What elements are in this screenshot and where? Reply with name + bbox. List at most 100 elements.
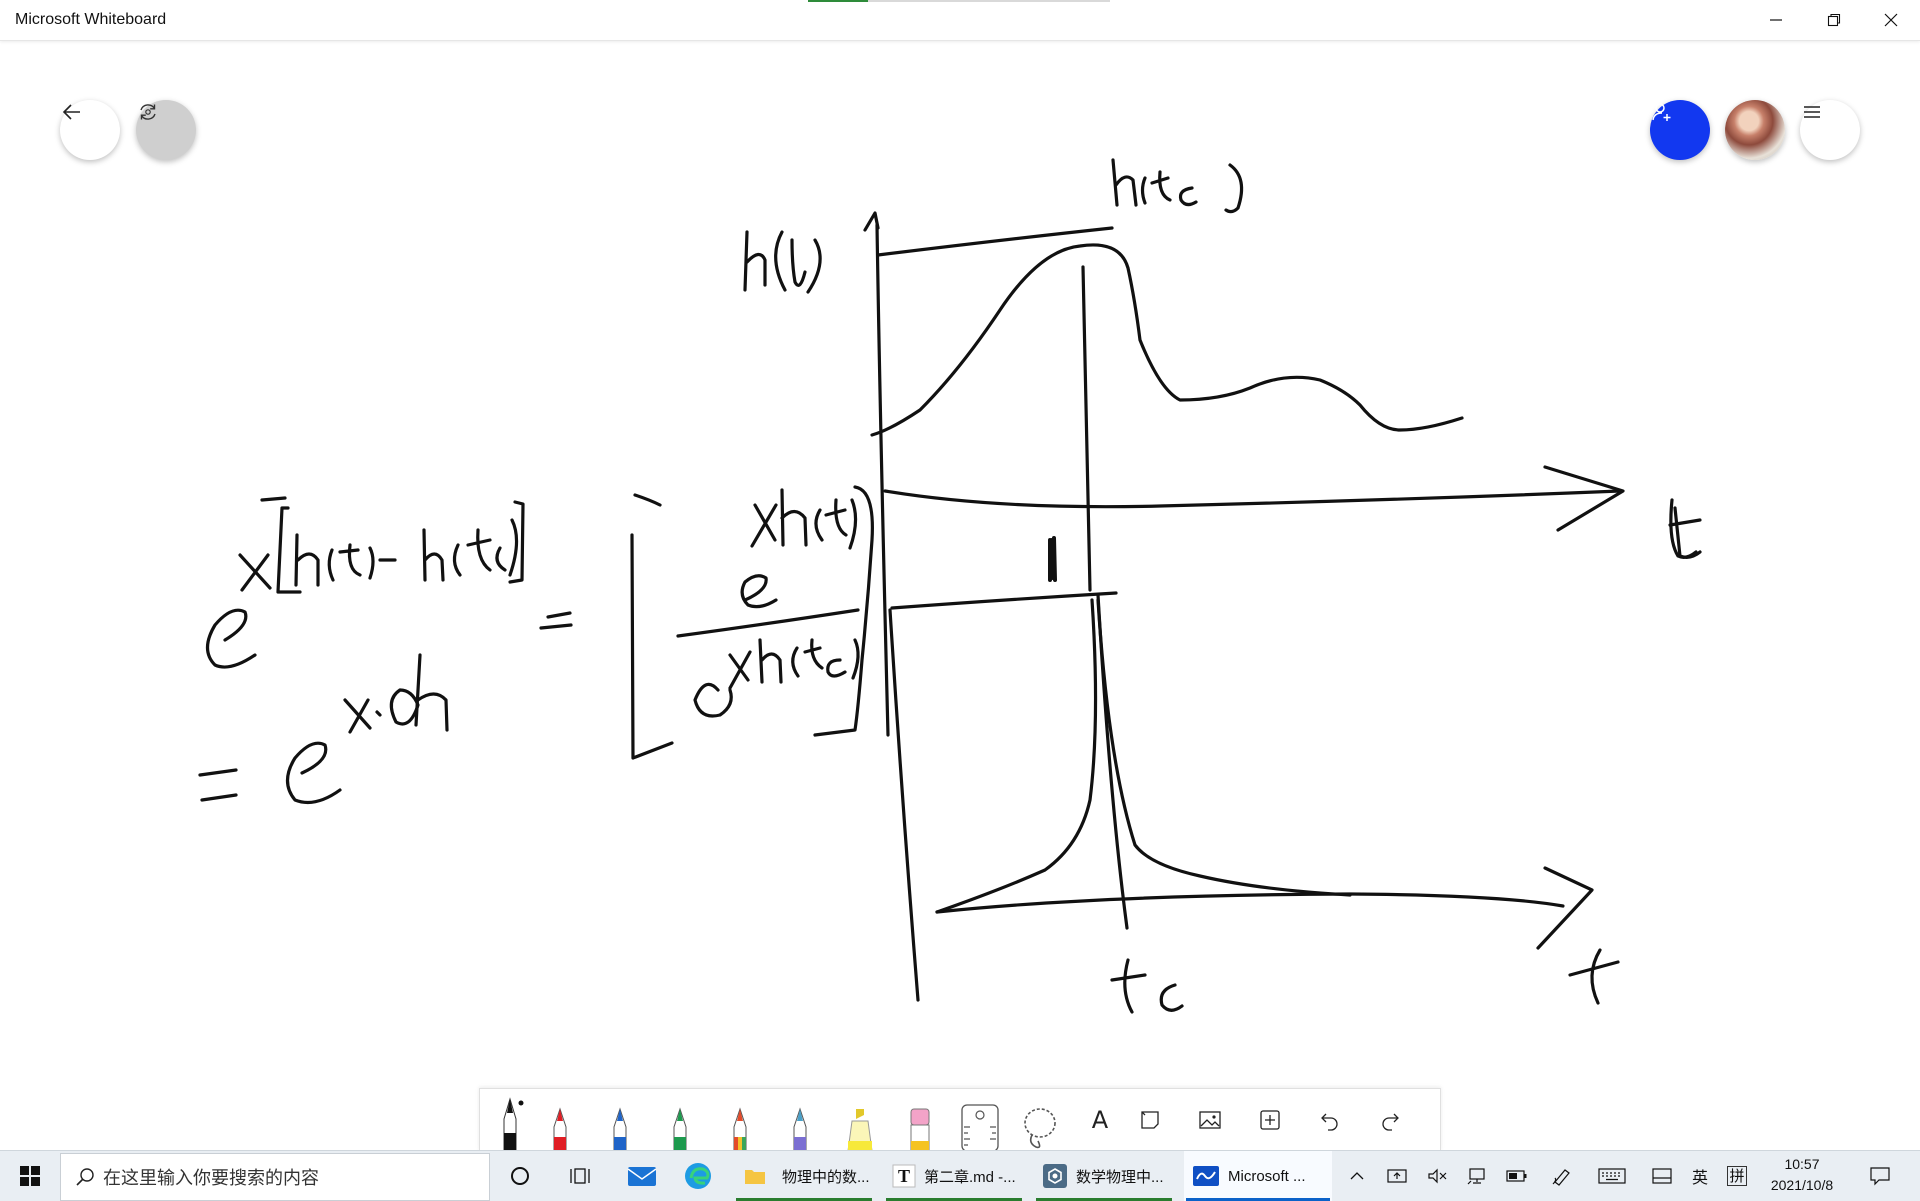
window-title: Microsoft Whiteboard [15,11,167,28]
chevron-up-icon [1350,1172,1364,1180]
tray-overflow-button[interactable] [1343,1151,1371,1201]
notification-center-button[interactable] [1860,1151,1900,1201]
ink-tc-line-upper [1081,265,1092,592]
mail-button[interactable] [620,1151,664,1201]
ruler-tool[interactable] [955,1089,1005,1151]
tray-volume-button[interactable] [1420,1151,1454,1201]
tray-tablet-button[interactable] [1645,1151,1679,1201]
taskbar-app-whiteboard[interactable]: Microsoft ... [1184,1151,1332,1201]
ink-small-mark [1048,536,1057,582]
user-avatar[interactable] [1725,100,1785,160]
windows-logo-icon [20,1166,40,1186]
ink-label-tc [1110,958,1184,1014]
taskbar-app-typora-label: 第二章.md -... [924,1168,1016,1186]
pen-galaxy-tool[interactable] [775,1089,825,1151]
lasso-tool[interactable] [1015,1089,1065,1151]
ink-lower-axes [888,591,1620,1005]
ink-label-h-tc [1111,158,1244,214]
add-tool[interactable] [1245,1089,1295,1151]
pen-workspace-icon [1552,1169,1570,1186]
add-icon [1260,1110,1280,1130]
taskbar-search[interactable]: 在这里输入你要搜索的内容 [60,1153,490,1201]
minimize-button[interactable] [1747,0,1805,40]
pen-toolbar: A [479,1088,1441,1151]
invite-button[interactable] [1650,100,1710,160]
edge-button[interactable] [676,1151,720,1201]
progress-track [868,0,1110,2]
clock-time: 10:57 [1784,1156,1820,1172]
close-icon [1884,13,1898,27]
tray-battery-button[interactable] [1500,1151,1534,1201]
display-icon [1387,1169,1407,1183]
keyboard-icon [1598,1168,1626,1184]
whiteboard-canvas[interactable] [0,41,1920,1150]
ime-language-label: 英 [1691,1168,1708,1187]
restore-button[interactable] [1805,0,1863,40]
task-view-button[interactable] [560,1151,600,1201]
hamburger-menu-icon [1804,106,1820,118]
sync-icon [140,104,156,120]
search-icon [76,1168,94,1186]
ink-tc-line-lower [1096,593,1129,930]
taskbar-app-whiteboard-label: Microsoft ... [1228,1167,1306,1185]
mail-icon [627,1167,657,1186]
back-arrow-icon [62,104,80,120]
progress-accent [808,0,868,2]
image-tool[interactable] [1185,1089,1235,1151]
highlighter-tool[interactable] [835,1089,885,1151]
battery-icon [1506,1170,1527,1182]
taskbar-app-folder[interactable]: 物理中的数... [734,1151,874,1201]
whiteboard-icon [1193,1166,1219,1186]
back-button[interactable] [60,100,120,160]
ime-language-button[interactable]: 英 [1685,1151,1715,1201]
tray-network-button[interactable] [1460,1151,1494,1201]
taskbar-clock[interactable]: 10:57 2021/10/8 [1760,1154,1844,1196]
start-button[interactable] [0,1151,60,1201]
cortana-button[interactable] [500,1151,540,1201]
pen-black-tool[interactable] [485,1089,535,1151]
pen-red-tool[interactable] [535,1089,585,1151]
edge-icon [685,1163,711,1189]
tray-keyboard-button[interactable] [1592,1151,1632,1201]
sync-button[interactable] [136,100,196,160]
highlighter-icon [847,1109,873,1151]
undo-button[interactable] [1305,1089,1355,1151]
redo-button[interactable] [1365,1089,1415,1151]
minimize-icon [1770,19,1782,21]
note-icon [1141,1111,1159,1129]
tray-display-button[interactable] [1380,1151,1414,1201]
ime-mode-button[interactable]: 拼 [1720,1151,1754,1201]
tray-pen-button[interactable] [1545,1151,1579,1201]
rainbow-pen-icon [733,1107,747,1151]
network-icon [1467,1168,1485,1185]
eraser-tool[interactable] [895,1089,945,1151]
ink-formula-delta [198,653,449,804]
ink-drawing [198,158,1702,1014]
note-tool[interactable] [1125,1089,1175,1151]
pen-rainbow-tool[interactable] [715,1089,765,1151]
ink-label-h-t [743,230,822,294]
ink-upper-axes [863,211,1702,737]
ink-formula-fraction [630,485,874,760]
ink-upper-curve [870,243,1464,437]
volume-muted-icon [1428,1168,1447,1184]
cortana-icon [511,1167,529,1185]
blue-pen-icon [613,1107,627,1151]
taskbar-app-math-label: 数学物理中... [1076,1168,1164,1186]
image-icon [1199,1111,1221,1129]
black-pen-icon [503,1097,524,1151]
folder-icon [745,1170,765,1184]
text-tool[interactable]: A [1075,1089,1125,1151]
text-tool-label: A [1091,1106,1109,1134]
close-button[interactable] [1862,0,1920,40]
taskbar-app-math[interactable]: 数学物理中... [1034,1151,1174,1201]
pen-green-tool[interactable] [655,1089,705,1151]
menu-button[interactable] [1800,100,1860,160]
pen-blue-tool[interactable] [595,1089,645,1151]
taskbar-app-typora[interactable]: T 第二章.md -... [884,1151,1024,1201]
ruler-icon [961,1104,999,1151]
undo-icon [1321,1113,1338,1131]
title-bar: Microsoft Whiteboard [0,0,1920,41]
green-pen-icon [673,1107,687,1151]
redo-icon [1382,1113,1399,1131]
